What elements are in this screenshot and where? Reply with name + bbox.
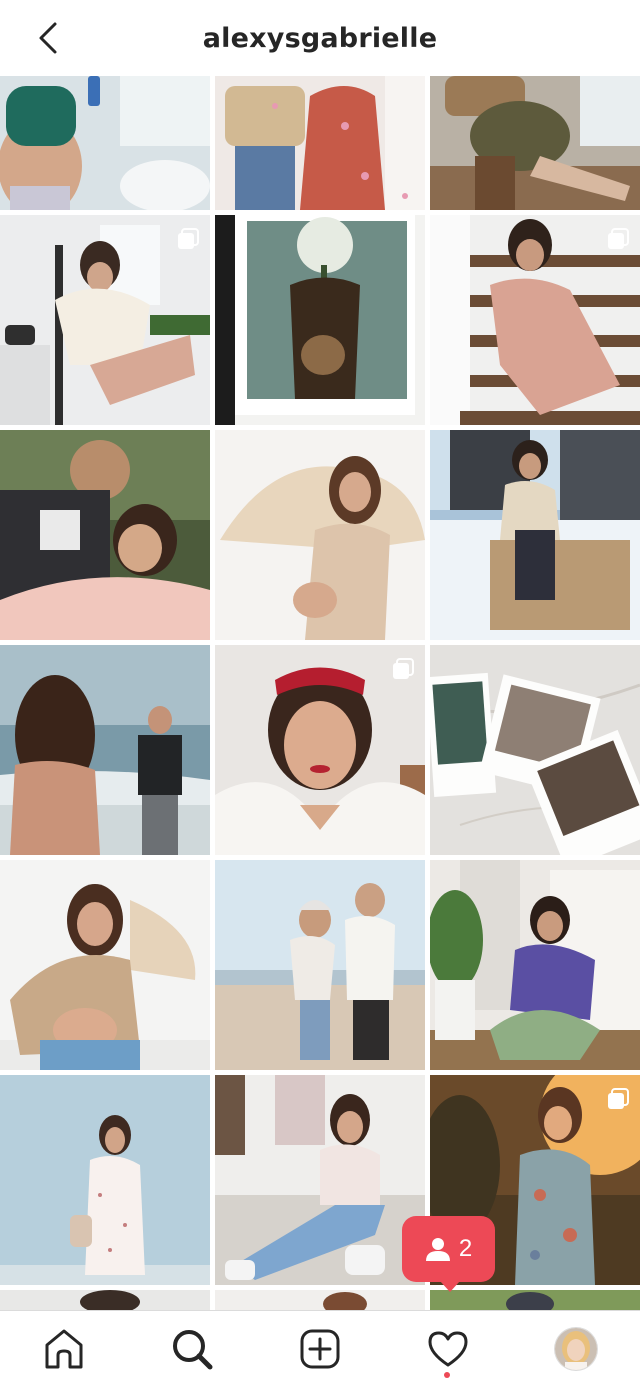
photo-image <box>215 215 425 425</box>
grid-photo[interactable] <box>0 1290 210 1310</box>
grid-photo[interactable] <box>0 860 210 1070</box>
page-title: alexysgabrielle <box>202 22 438 54</box>
activity-notification-bubble[interactable]: 2 <box>402 1216 495 1292</box>
nav-profile[interactable] <box>552 1325 600 1373</box>
bottom-navigation <box>0 1310 640 1387</box>
chevron-left-icon <box>39 22 57 54</box>
multiple-photos-icon <box>393 658 414 679</box>
grid-photo[interactable] <box>0 430 210 640</box>
grid-photo[interactable] <box>430 1290 640 1310</box>
photo-image <box>215 860 425 1070</box>
photo-image <box>0 1075 210 1285</box>
photo-image <box>215 1290 425 1310</box>
multiple-photos-icon <box>178 228 199 249</box>
activity-dot <box>444 1372 450 1378</box>
nav-activity[interactable] <box>424 1325 472 1373</box>
grid-photo[interactable] <box>0 215 210 425</box>
photo-grid <box>0 76 640 1310</box>
multiple-photos-icon <box>608 1088 629 1109</box>
grid-photo[interactable] <box>215 645 425 855</box>
nav-search[interactable] <box>168 1325 216 1373</box>
person-icon <box>425 1238 450 1261</box>
grid-photo[interactable] <box>215 430 425 640</box>
photo-image <box>215 430 425 640</box>
grid-photo[interactable] <box>215 1290 425 1310</box>
add-post-icon <box>300 1329 340 1369</box>
grid-photo[interactable] <box>0 76 210 210</box>
grid-photo[interactable] <box>430 430 640 640</box>
top-bar: alexysgabrielle <box>0 0 640 76</box>
photo-image <box>0 860 210 1070</box>
nav-home[interactable] <box>40 1325 88 1373</box>
grid-photo[interactable] <box>430 645 640 855</box>
notification-count: 2 <box>458 1235 473 1262</box>
multiple-photos-icon <box>608 228 629 249</box>
photo-image <box>0 76 210 210</box>
search-icon <box>173 1330 213 1370</box>
photo-image <box>215 1075 425 1285</box>
grid-photo[interactable] <box>215 1075 425 1285</box>
grid-photo[interactable] <box>215 76 425 210</box>
photo-image <box>0 645 210 855</box>
grid-photo[interactable] <box>0 1075 210 1285</box>
photo-image <box>430 1290 640 1310</box>
photo-image <box>430 645 640 855</box>
photo-image <box>430 430 640 640</box>
grid-photo[interactable] <box>215 860 425 1070</box>
grid-photo[interactable] <box>430 215 640 425</box>
grid-photo[interactable] <box>430 76 640 210</box>
back-button[interactable] <box>28 18 68 58</box>
grid-photo[interactable] <box>215 215 425 425</box>
photo-image <box>0 430 210 640</box>
photo-image <box>215 76 425 210</box>
grid-photo[interactable] <box>430 860 640 1070</box>
photo-image <box>430 860 640 1070</box>
grid-photo[interactable] <box>0 645 210 855</box>
nav-new-post[interactable] <box>296 1325 344 1373</box>
home-icon <box>45 1329 83 1369</box>
heart-icon <box>428 1331 468 1367</box>
profile-avatar <box>555 1328 597 1370</box>
photo-image <box>0 1290 210 1310</box>
photo-image <box>430 76 640 210</box>
